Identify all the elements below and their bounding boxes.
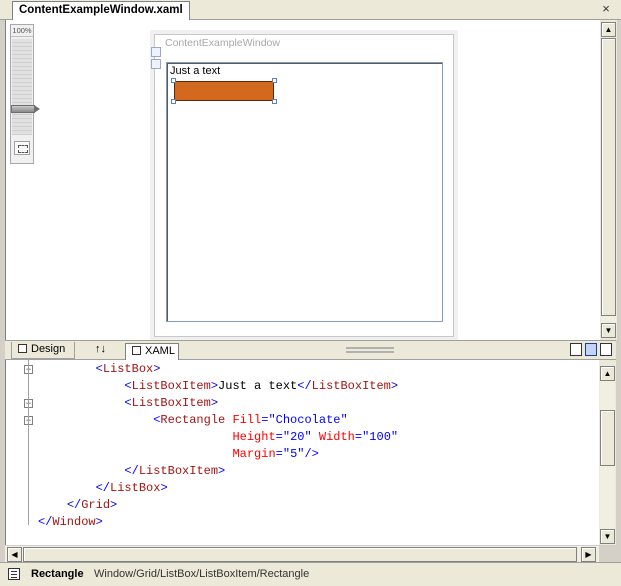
- zoom-thumb[interactable]: [11, 105, 40, 113]
- zoom-slider[interactable]: 100%: [10, 24, 40, 164]
- scroll-left-icon[interactable]: ◀: [7, 547, 22, 562]
- swap-panes-icon[interactable]: ↑↓: [89, 342, 111, 359]
- scroll-right-icon[interactable]: ▶: [581, 547, 596, 562]
- code-line[interactable]: <ListBoxItem>: [6, 395, 599, 412]
- window-title: ContentExampleWindow: [165, 37, 280, 49]
- outline-guide: [28, 360, 29, 525]
- code-text[interactable]: Margin="5"/>: [38, 446, 318, 463]
- resize-handle-top-left[interactable]: [171, 78, 176, 83]
- zoom-level: 100%: [11, 26, 33, 37]
- vertical-split-icon[interactable]: [570, 343, 582, 356]
- code-text[interactable]: </ListBoxItem>: [38, 463, 225, 480]
- code-text[interactable]: </Window>: [38, 514, 103, 531]
- resize-handle-bottom-right[interactable]: [272, 99, 277, 104]
- tab-design-label: Design: [31, 343, 66, 355]
- rectangle-element[interactable]: [174, 81, 274, 101]
- code-line[interactable]: Margin="5"/>: [6, 446, 599, 463]
- grid-handle-icon[interactable]: [151, 59, 161, 69]
- view-switch-bar: Design ↑↓ XAML: [5, 340, 616, 361]
- horizontal-split-icon[interactable]: [585, 343, 597, 356]
- code-text[interactable]: <ListBox>: [38, 361, 161, 378]
- code-text[interactable]: <Rectangle Fill="Chocolate": [38, 412, 347, 429]
- close-icon[interactable]: ×: [599, 2, 613, 16]
- scroll-thumb[interactable]: [601, 38, 616, 316]
- code-text[interactable]: </Grid>: [38, 497, 117, 514]
- code-line[interactable]: </ListBox>: [6, 480, 599, 497]
- grid-adorner[interactable]: [151, 47, 163, 71]
- scroll-up-icon[interactable]: ▲: [601, 22, 616, 37]
- code-line[interactable]: <ListBox>: [6, 361, 599, 378]
- scroll-up-icon[interactable]: ▲: [600, 366, 615, 381]
- document-tab-strip: ContentExampleWindow.xaml ×: [0, 0, 621, 20]
- element-path-breadcrumb[interactable]: Window/Grid/ListBox/ListBoxItem/Rectangl…: [94, 563, 309, 585]
- design-view-icon: [18, 344, 27, 353]
- code-line[interactable]: </ListBoxItem>: [6, 463, 599, 480]
- splitter-grip[interactable]: [346, 347, 394, 353]
- selected-element-label[interactable]: Rectangle: [31, 563, 84, 585]
- resize-handle-bottom-left[interactable]: [171, 99, 176, 104]
- code-line[interactable]: Height="20" Width="100": [6, 429, 599, 446]
- scroll-thumb[interactable]: [23, 547, 577, 562]
- resize-handle-top-right[interactable]: [272, 78, 277, 83]
- grid-handle-icon[interactable]: [151, 47, 161, 57]
- tab-xaml-label: XAML: [145, 345, 175, 357]
- code-text[interactable]: <ListBoxItem>: [38, 395, 218, 412]
- zoom-track[interactable]: [12, 39, 32, 135]
- tab-design[interactable]: Design: [11, 342, 75, 359]
- scroll-down-icon[interactable]: ▼: [601, 323, 616, 338]
- document-tab[interactable]: ContentExampleWindow.xaml: [12, 1, 190, 20]
- code-line[interactable]: <Rectangle Fill="Chocolate": [6, 412, 599, 429]
- element-icon: [8, 568, 20, 580]
- xaml-view-icon: [132, 346, 141, 355]
- scroll-down-icon[interactable]: ▼: [600, 529, 615, 544]
- code-line[interactable]: </Grid>: [6, 497, 599, 514]
- window-preview[interactable]: ContentExampleWindow Just a text: [151, 34, 454, 337]
- tab-xaml[interactable]: XAML: [125, 343, 179, 361]
- listbox-preview[interactable]: Just a text: [166, 62, 443, 322]
- zoom-fit-icon[interactable]: [14, 141, 30, 155]
- design-vertical-scrollbar[interactable]: ▲ ▼: [600, 20, 617, 340]
- code-text[interactable]: Height="20" Width="100": [38, 429, 398, 446]
- code-horizontal-scrollbar[interactable]: ◀ ▶: [5, 545, 599, 562]
- code-text[interactable]: </ListBox>: [38, 480, 168, 497]
- code-line[interactable]: <ListBoxItem>Just a text</ListBoxItem>: [6, 378, 599, 395]
- design-surface[interactable]: 100% ContentExampleWindow Just a text: [5, 20, 600, 340]
- collapse-pane-icon[interactable]: [600, 343, 612, 356]
- xaml-editor[interactable]: <ListBox>− <ListBoxItem>Just a text</Lis…: [5, 360, 599, 545]
- listbox-item-text[interactable]: Just a text: [170, 65, 220, 77]
- code-vertical-scrollbar[interactable]: ▲ ▼: [599, 360, 616, 545]
- code-text[interactable]: <ListBoxItem>Just a text</ListBoxItem>: [38, 378, 398, 395]
- scroll-thumb[interactable]: [600, 410, 615, 466]
- status-bar: Rectangle Window/Grid/ListBox/ListBoxIte…: [0, 562, 621, 586]
- code-line[interactable]: </Window>: [6, 514, 599, 531]
